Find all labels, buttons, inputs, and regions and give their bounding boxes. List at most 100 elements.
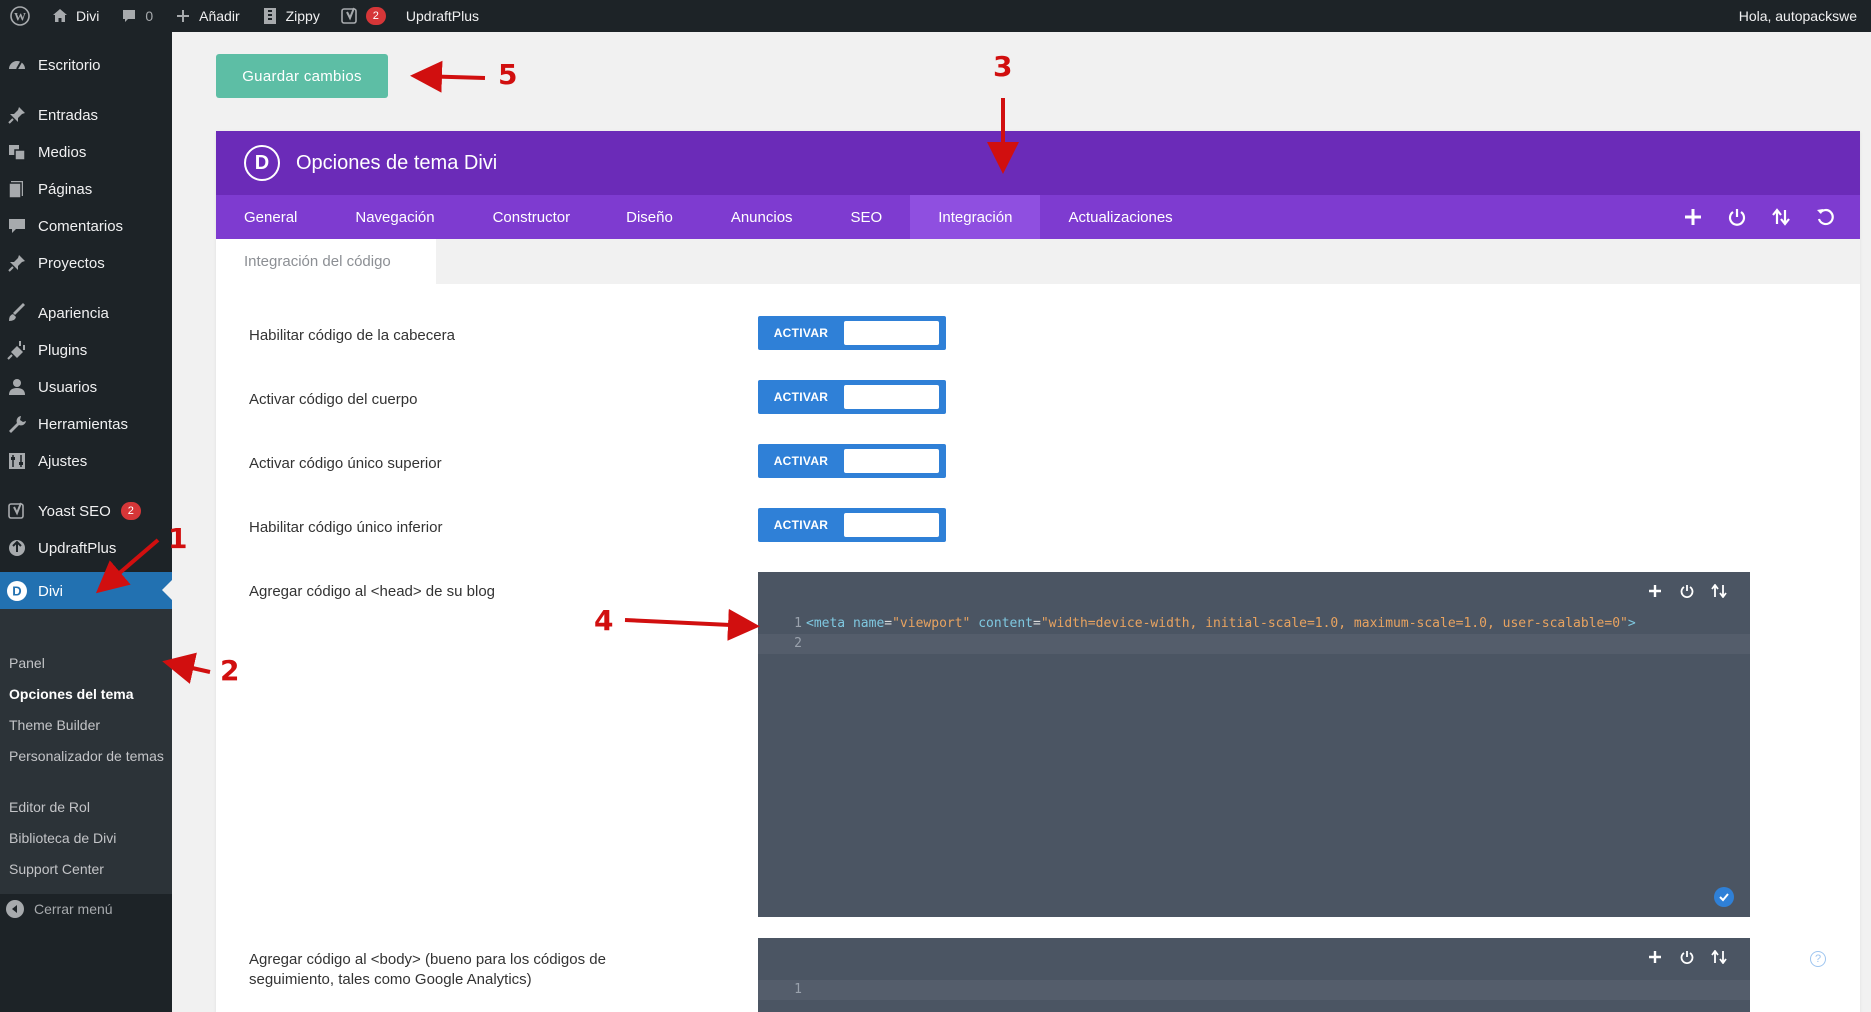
submenu-item-support-center[interactable]: Support Center bbox=[9, 859, 169, 879]
add-icon[interactable] bbox=[1646, 582, 1664, 600]
sidebar-item-label: Usuarios bbox=[38, 378, 98, 396]
add-icon[interactable] bbox=[1682, 206, 1704, 228]
code-value-viewport: "viewport" bbox=[892, 616, 971, 631]
sidebar-item-label: Divi bbox=[38, 582, 63, 600]
code-line-2: 2 bbox=[758, 634, 1750, 654]
code-tag-open: <meta bbox=[806, 616, 846, 631]
subtab-code-integration[interactable]: Integración del código bbox=[216, 239, 436, 284]
yoast-notification-badge: 2 bbox=[120, 502, 141, 520]
subtab-bar: Integración del código bbox=[216, 239, 1860, 284]
sidebar-item-proyectos[interactable]: Proyectos bbox=[0, 245, 172, 281]
annotation-arrow-5 bbox=[410, 60, 486, 93]
sidebar-item-apariencia[interactable]: Apariencia bbox=[0, 295, 172, 331]
toggle-single-bottom-code[interactable]: ACTIVAR bbox=[758, 508, 946, 542]
submenu-item-theme-options[interactable]: Opciones del tema bbox=[9, 684, 169, 704]
head-code-editor[interactable]: 1 <meta name="viewport" content="width=de… bbox=[758, 572, 1750, 917]
tab-navegacion[interactable]: Navegación bbox=[325, 195, 462, 239]
toggle-body-code[interactable]: ACTIVAR bbox=[758, 380, 946, 414]
collapse-arrow-icon bbox=[6, 900, 24, 918]
tab-actualizaciones[interactable]: Actualizaciones bbox=[1040, 195, 1200, 239]
submenu-item-role-editor[interactable]: Editor de Rol bbox=[9, 797, 169, 817]
submenu-item-theme-builder[interactable]: Theme Builder bbox=[9, 715, 169, 735]
sidebar-item-label: Plugins bbox=[38, 341, 88, 359]
annotation-arrow-2 bbox=[162, 652, 211, 684]
divi-logo-icon: D bbox=[244, 145, 280, 181]
sidebar-item-label: UpdraftPlus bbox=[38, 539, 117, 557]
reset-icon[interactable] bbox=[1814, 206, 1836, 228]
options-tabbar: General Navegación Constructor Diseño An… bbox=[216, 195, 1860, 239]
sidebar-item-label: Yoast SEO bbox=[38, 502, 111, 520]
sidebar-item-label: Escritorio bbox=[38, 56, 101, 74]
pin-icon bbox=[6, 252, 28, 274]
panel-title: Opciones de tema Divi bbox=[296, 151, 498, 174]
option-label-body-code: Activar código del cuerpo bbox=[249, 391, 418, 408]
sidebar-item-ajustes[interactable]: Ajustes bbox=[0, 443, 172, 479]
sidebar-item-entradas[interactable]: Entradas bbox=[0, 97, 172, 133]
panel-tools bbox=[1682, 206, 1860, 228]
code-line-1: 1 <meta name="viewport" content="width=de… bbox=[758, 614, 1750, 634]
submenu-item-divi-library[interactable]: Biblioteca de Divi bbox=[9, 828, 169, 848]
tab-diseno[interactable]: Diseño bbox=[598, 195, 701, 239]
wrench-icon bbox=[6, 413, 28, 435]
comments-link[interactable]: 0 bbox=[109, 0, 163, 32]
tab-constructor[interactable]: Constructor bbox=[463, 195, 599, 239]
toggle-knob bbox=[844, 449, 939, 473]
plugin-icon bbox=[6, 339, 28, 361]
sidebar-item-usuarios[interactable]: Usuarios bbox=[0, 369, 172, 405]
save-changes-button[interactable]: Guardar cambios bbox=[216, 54, 388, 98]
collapse-label: Cerrar menú bbox=[34, 901, 113, 917]
tab-general[interactable]: General bbox=[216, 195, 325, 239]
add-icon[interactable] bbox=[1646, 948, 1664, 966]
sidebar-item-escritorio[interactable]: Escritorio bbox=[0, 47, 172, 83]
site-name: Divi bbox=[76, 8, 100, 24]
toggle-header-code[interactable]: ACTIVAR bbox=[758, 316, 946, 350]
toggle-label: ACTIVAR bbox=[773, 518, 829, 532]
sidebar-item-label: Entradas bbox=[38, 106, 99, 124]
submenu-item-panel[interactable]: Panel bbox=[9, 653, 169, 673]
power-icon[interactable] bbox=[1726, 206, 1748, 228]
zippy-label: Zippy bbox=[285, 8, 320, 24]
svg-text:W: W bbox=[14, 10, 26, 24]
tab-anuncios[interactable]: Anuncios bbox=[701, 195, 821, 239]
annotation-number-5: 5 bbox=[498, 58, 518, 91]
sidebar-item-herramientas[interactable]: Herramientas bbox=[0, 406, 172, 442]
sidebar-item-divi[interactable]: D Divi bbox=[0, 572, 172, 610]
panel-header: D Opciones de tema Divi bbox=[216, 131, 1860, 195]
import-export-icon[interactable] bbox=[1710, 948, 1728, 966]
wordpress-logo-button[interactable]: W bbox=[0, 0, 40, 32]
code-tag-close: > bbox=[1627, 616, 1636, 631]
option-label-header-code: Habilitar código de la cabecera bbox=[249, 327, 455, 344]
sidebar-item-label: Apariencia bbox=[38, 304, 109, 322]
sidebar-item-yoast-seo[interactable]: Yoast SEO 2 bbox=[0, 493, 172, 529]
new-content-link[interactable]: Añadir bbox=[163, 0, 249, 32]
power-icon[interactable] bbox=[1678, 582, 1696, 600]
editor-tools bbox=[1646, 948, 1728, 966]
account-menu[interactable]: Hola, autopackswe bbox=[1729, 0, 1871, 32]
zippy-link[interactable]: Zippy bbox=[250, 0, 330, 32]
site-name-link[interactable]: Divi bbox=[40, 0, 109, 32]
code-attr-name: name bbox=[852, 616, 885, 631]
yoast-link[interactable]: 2 bbox=[330, 0, 396, 32]
toggle-single-top-code[interactable]: ACTIVAR bbox=[758, 444, 946, 478]
sidebar-item-updraftplus[interactable]: UpdraftPlus bbox=[0, 530, 172, 566]
import-export-icon[interactable] bbox=[1770, 206, 1792, 228]
comment-bubble-icon bbox=[119, 6, 139, 26]
sidebar-item-label: Páginas bbox=[38, 180, 93, 198]
tab-integracion[interactable]: Integración bbox=[910, 195, 1041, 239]
import-export-icon[interactable] bbox=[1710, 582, 1728, 600]
sidebar-item-label: Ajustes bbox=[38, 452, 88, 470]
power-icon[interactable] bbox=[1678, 948, 1696, 966]
zippy-icon bbox=[260, 6, 280, 26]
updraft-link[interactable]: UpdraftPlus bbox=[396, 0, 489, 32]
submenu-item-theme-customizer[interactable]: Personalizador de temas bbox=[9, 746, 169, 766]
sidebar-item-paginas[interactable]: Páginas bbox=[0, 171, 172, 207]
body-code-editor[interactable]: 1 bbox=[758, 938, 1750, 1012]
sidebar-item-plugins[interactable]: Plugins bbox=[0, 332, 172, 368]
sidebar-item-comentarios[interactable]: Comentarios bbox=[0, 208, 172, 244]
sidebar-item-medios[interactable]: Medios bbox=[0, 134, 172, 170]
collapse-menu-button[interactable]: Cerrar menú bbox=[6, 900, 113, 918]
annotation-number-3: 3 bbox=[993, 50, 1013, 83]
tab-seo[interactable]: SEO bbox=[821, 195, 911, 239]
help-icon[interactable]: ? bbox=[1810, 951, 1826, 967]
annotation-number-1: 1 bbox=[168, 522, 188, 555]
